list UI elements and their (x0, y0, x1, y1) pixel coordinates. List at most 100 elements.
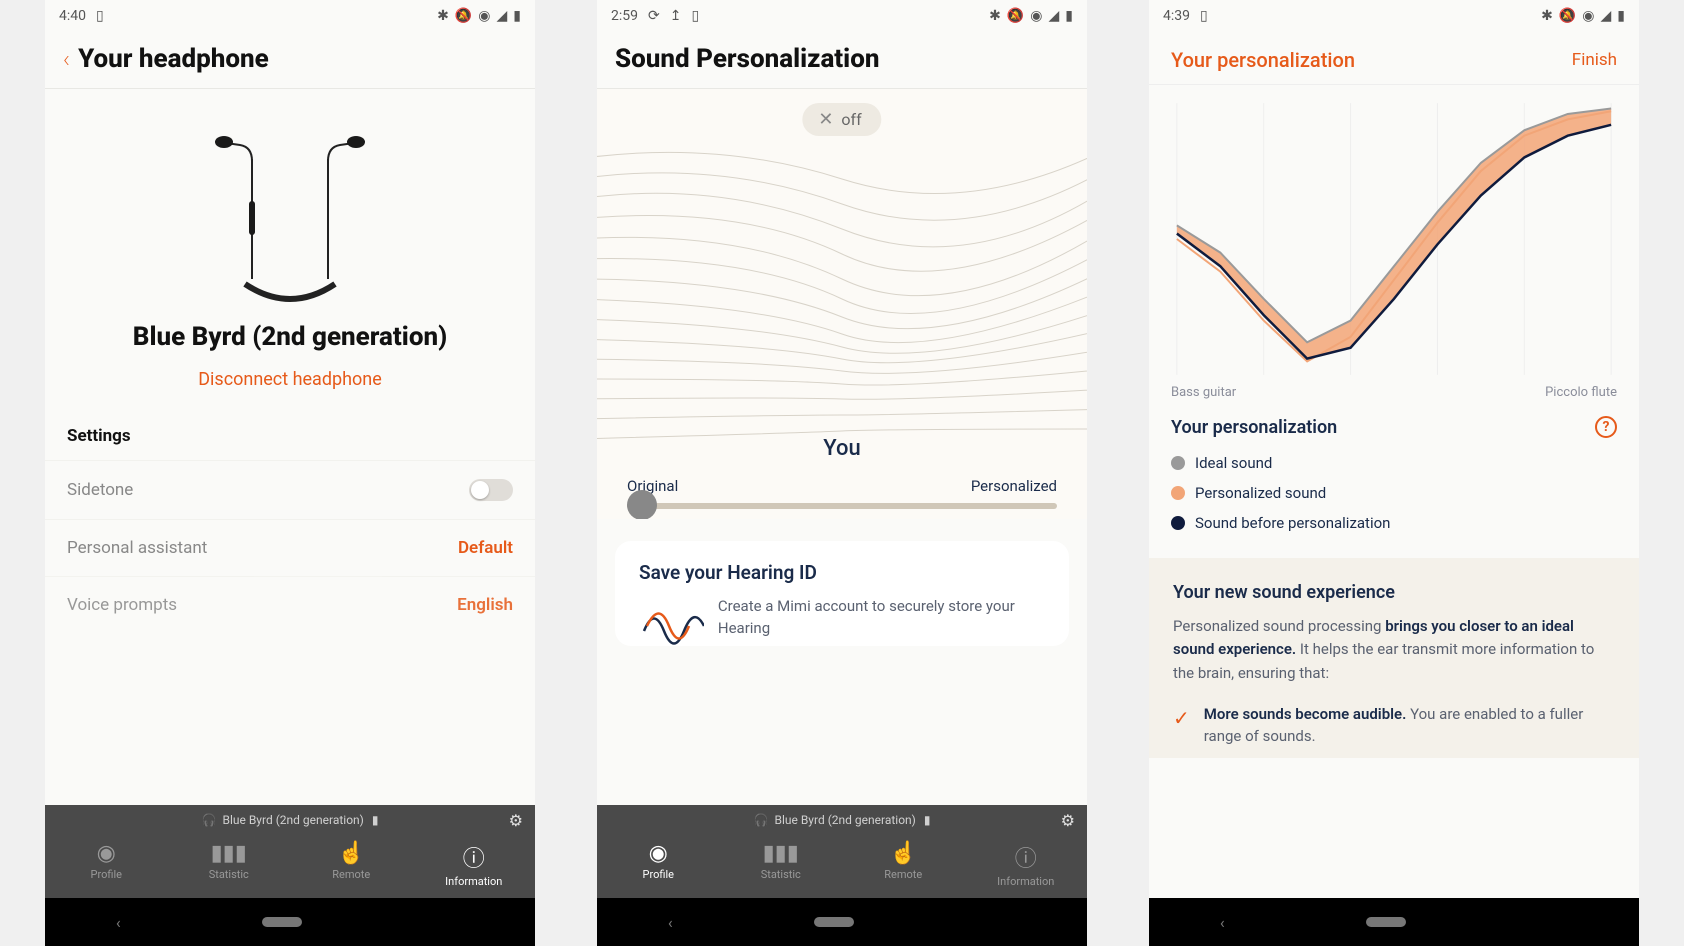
gear-icon[interactable]: ⚙ (1061, 811, 1075, 830)
device-battery-icon: ▮ (372, 813, 379, 827)
legend-dot (1171, 456, 1185, 470)
status-time: 4:39 (1163, 8, 1190, 24)
setting-sidetone[interactable]: Sidetone (45, 460, 535, 519)
info-bullet: ✓ More sounds become audible. You are en… (1173, 703, 1615, 748)
profile-icon: ◉ (597, 841, 720, 866)
product-area: Blue Byrd (2nd generation) Disconnect he… (45, 89, 535, 400)
nav-back-icon[interactable]: ‹ (668, 913, 673, 932)
info-card: Your new sound experience Personalized s… (1149, 558, 1639, 758)
legend-label: Personalized sound (1195, 484, 1326, 502)
wave-visualization: ✕ off You Original Personalized (597, 89, 1087, 519)
legend-title: Your personalization (1171, 417, 1337, 438)
profile-icon: ◉ (45, 841, 168, 866)
tab-statistic[interactable]: ▮▮▮Statistic (720, 841, 843, 888)
dnd-icon: 🔕 (455, 8, 472, 24)
info-text: Personalized sound processing brings you… (1173, 615, 1615, 685)
legend-label: Ideal sound (1195, 454, 1272, 472)
personalization-chart (1149, 85, 1639, 385)
slider-thumb[interactable] (627, 490, 657, 519)
app-tabs: ◉Profile ▮▮▮Statistic ☝Remote ⓘInformati… (597, 835, 1087, 898)
battery-icon: ▮ (1617, 8, 1625, 24)
hearing-id-icon (639, 596, 704, 646)
setting-label: Sidetone (67, 480, 133, 500)
close-icon: ✕ (818, 109, 833, 130)
android-nav-bar: ‹ (45, 898, 535, 946)
content: ✕ off You Original Personalized Save you… (597, 89, 1087, 805)
dnd-icon: 🔕 (1007, 8, 1024, 24)
bluetooth-icon: ✱ (989, 8, 1001, 24)
tab-remote[interactable]: ☝Remote (290, 841, 413, 888)
header: Your personalization Finish (1149, 32, 1639, 85)
nav-home-icon[interactable] (814, 917, 854, 927)
gear-icon[interactable]: ⚙ (509, 811, 523, 830)
device-name: Blue Byrd (2nd generation) (774, 813, 915, 827)
hearing-id-card[interactable]: Save your Hearing ID Create a Mimi accou… (615, 541, 1069, 646)
tab-information[interactable]: ⓘInformation (413, 841, 536, 888)
back-icon[interactable]: ‹ (63, 45, 70, 73)
off-label: off (841, 110, 861, 129)
screen-your-personalization: 4:39 ▯ ✱ 🔕 ◉ ◢ ▮ Your personalization Fi… (1149, 0, 1639, 946)
tab-remote[interactable]: ☝Remote (842, 841, 965, 888)
signal-icon: ◢ (1049, 8, 1060, 24)
sidetone-toggle[interactable] (469, 479, 513, 501)
tab-statistic[interactable]: ▮▮▮Statistic (168, 841, 291, 888)
finish-button[interactable]: Finish (1572, 50, 1617, 70)
setting-assistant[interactable]: Personal assistant Default (45, 519, 535, 576)
content: Blue Byrd (2nd generation) Disconnect he… (45, 89, 535, 805)
status-bar: 4:40 ▯ ✱ 🔕 ◉ ◢ ▮ (45, 0, 535, 32)
legend-dot (1171, 486, 1185, 500)
setting-label: Voice prompts (67, 595, 177, 615)
remote-icon: ☝ (290, 841, 413, 866)
help-icon[interactable]: ? (1595, 416, 1617, 438)
status-icon: ⟳ (648, 8, 660, 24)
android-nav-bar: ‹ (1149, 898, 1639, 946)
legend-label: Sound before personalization (1195, 514, 1390, 532)
axis-label-right: Piccolo flute (1545, 385, 1617, 400)
statistic-icon: ▮▮▮ (720, 841, 843, 866)
headphone-icon: 🎧 (754, 813, 769, 827)
tab-information[interactable]: ⓘInformation (965, 841, 1088, 888)
slider-track[interactable] (627, 503, 1057, 509)
personalization-slider[interactable]: Original Personalized (597, 477, 1087, 509)
tab-profile[interactable]: ◉Profile (45, 841, 168, 888)
status-card-icon: ▯ (691, 8, 699, 24)
page-title: Your headphone (78, 44, 269, 74)
disconnect-button[interactable]: Disconnect headphone (65, 369, 515, 390)
nav-back-icon[interactable]: ‹ (116, 913, 121, 932)
screen-your-headphone: 4:40 ▯ ✱ 🔕 ◉ ◢ ▮ ‹ Your headphone (45, 0, 535, 946)
setting-voice-prompts[interactable]: Voice prompts English (45, 576, 535, 633)
nav-home-icon[interactable] (262, 917, 302, 927)
device-strip: 🎧 Blue Byrd (2nd generation) ▮ ⚙ (597, 805, 1087, 835)
status-icon: ↥ (670, 8, 682, 24)
content: Bass guitar Piccolo flute Your personali… (1149, 85, 1639, 898)
info-title: Your new sound experience (1173, 582, 1615, 603)
check-icon: ✓ (1173, 703, 1190, 748)
app-bottom-bar: 🎧 Blue Byrd (2nd generation) ▮ ⚙ ◉Profil… (597, 805, 1087, 898)
card-title: Save your Hearing ID (639, 561, 1045, 584)
status-time: 2:59 (611, 8, 638, 24)
bluetooth-icon: ✱ (1541, 8, 1553, 24)
nav-back-icon[interactable]: ‹ (1220, 913, 1225, 932)
statistic-icon: ▮▮▮ (168, 841, 291, 866)
status-card-icon: ▯ (96, 8, 104, 24)
wifi-icon: ◉ (1030, 8, 1042, 24)
you-label: You (823, 436, 860, 461)
setting-label: Personal assistant (67, 538, 207, 558)
status-bar: 4:39 ▯ ✱ 🔕 ◉ ◢ ▮ (1149, 0, 1639, 32)
legend-before: Sound before personalization (1149, 508, 1639, 538)
remote-icon: ☝ (842, 841, 965, 866)
header: ‹ Your headphone (45, 32, 535, 89)
product-name: Blue Byrd (2nd generation) (65, 321, 515, 355)
axis-label-left: Bass guitar (1171, 385, 1236, 400)
legend-dot (1171, 516, 1185, 530)
tab-profile[interactable]: ◉Profile (597, 841, 720, 888)
status-icons: ✱ 🔕 ◉ ◢ ▮ (437, 8, 521, 24)
off-pill[interactable]: ✕ off (802, 103, 881, 136)
signal-icon: ◢ (1601, 8, 1612, 24)
nav-home-icon[interactable] (1366, 917, 1406, 927)
headphone-image (190, 119, 390, 309)
status-time: 4:40 (59, 8, 86, 24)
screen-sound-personalization: 2:59 ⟳ ↥ ▯ ✱ 🔕 ◉ ◢ ▮ Sound Personalizati… (597, 0, 1087, 946)
android-nav-bar: ‹ (597, 898, 1087, 946)
page-title: Your personalization (1171, 48, 1355, 72)
